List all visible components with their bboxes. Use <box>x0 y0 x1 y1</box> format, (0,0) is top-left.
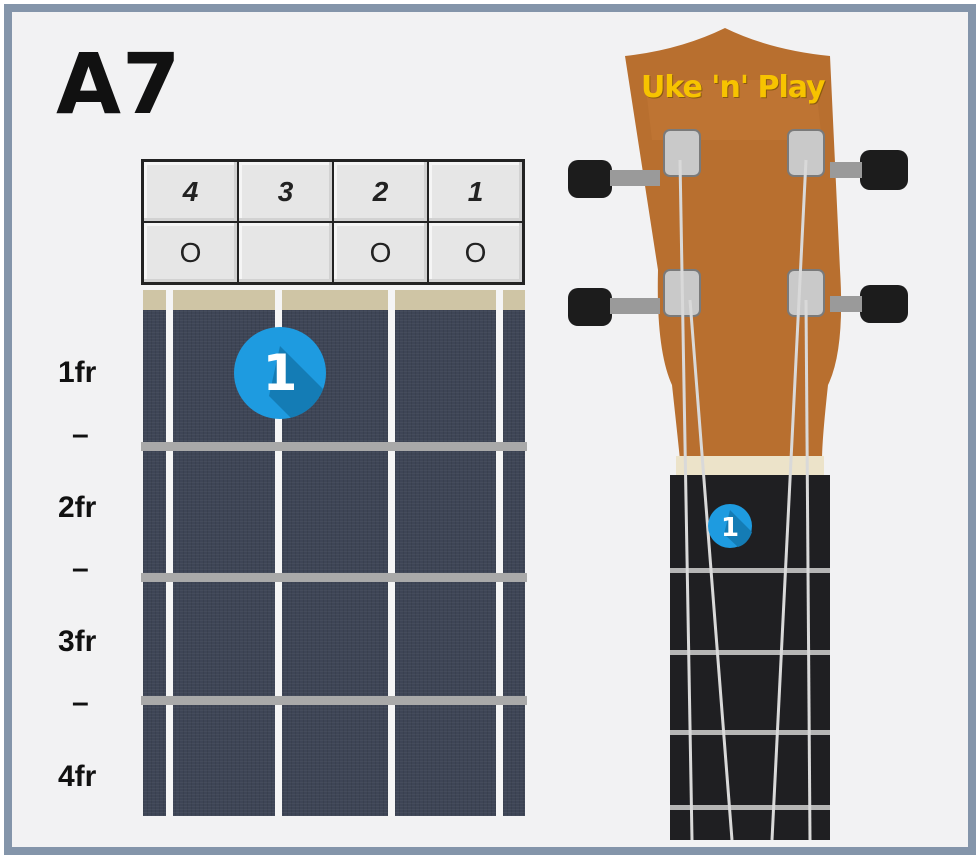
string-line <box>166 290 173 816</box>
string-number-cell: 2 <box>333 161 428 222</box>
finger-marker: 1 <box>234 327 326 419</box>
brand-logo: Uke 'n' Play <box>641 70 826 105</box>
fret-separator: – <box>72 686 89 719</box>
finger-number: 1 <box>263 344 298 402</box>
string-number: 4 <box>182 175 199 207</box>
fret-wire <box>141 573 527 582</box>
string-line <box>496 290 503 816</box>
string-table: 4 3 2 1 O O O <box>141 159 525 285</box>
string-number-cell: 1 <box>428 161 523 222</box>
string-number: 3 <box>277 175 294 207</box>
fret-label-1: 1fr <box>58 356 97 389</box>
string-number: 1 <box>467 175 484 207</box>
string-number-cell: 3 <box>238 161 333 222</box>
fret-label-2: 2fr <box>58 491 97 524</box>
open-mark-cell: O <box>428 222 523 283</box>
open-mark-cell: O <box>333 222 428 283</box>
ukulele-headstock-image: 1 <box>568 28 908 840</box>
string-number-cell: 4 <box>143 161 238 222</box>
fret-separator: – <box>72 552 89 585</box>
fret-wire <box>141 696 527 705</box>
open-string-mark: O <box>179 236 202 268</box>
string-line <box>388 290 395 816</box>
nut <box>143 290 525 310</box>
finger-number-small: 1 <box>721 513 739 543</box>
open-string-mark: O <box>369 236 392 268</box>
fret-wire <box>141 442 527 451</box>
fret-separator: – <box>72 418 89 451</box>
fret-label-3: 3fr <box>58 625 97 658</box>
chord-title: A7 <box>56 35 182 133</box>
open-string-mark: O <box>464 236 487 268</box>
string-number: 2 <box>372 175 389 207</box>
fretboard <box>143 290 525 816</box>
fret-label-4: 4fr <box>58 760 97 793</box>
open-mark-cell <box>238 222 333 283</box>
open-mark-cell: O <box>143 222 238 283</box>
